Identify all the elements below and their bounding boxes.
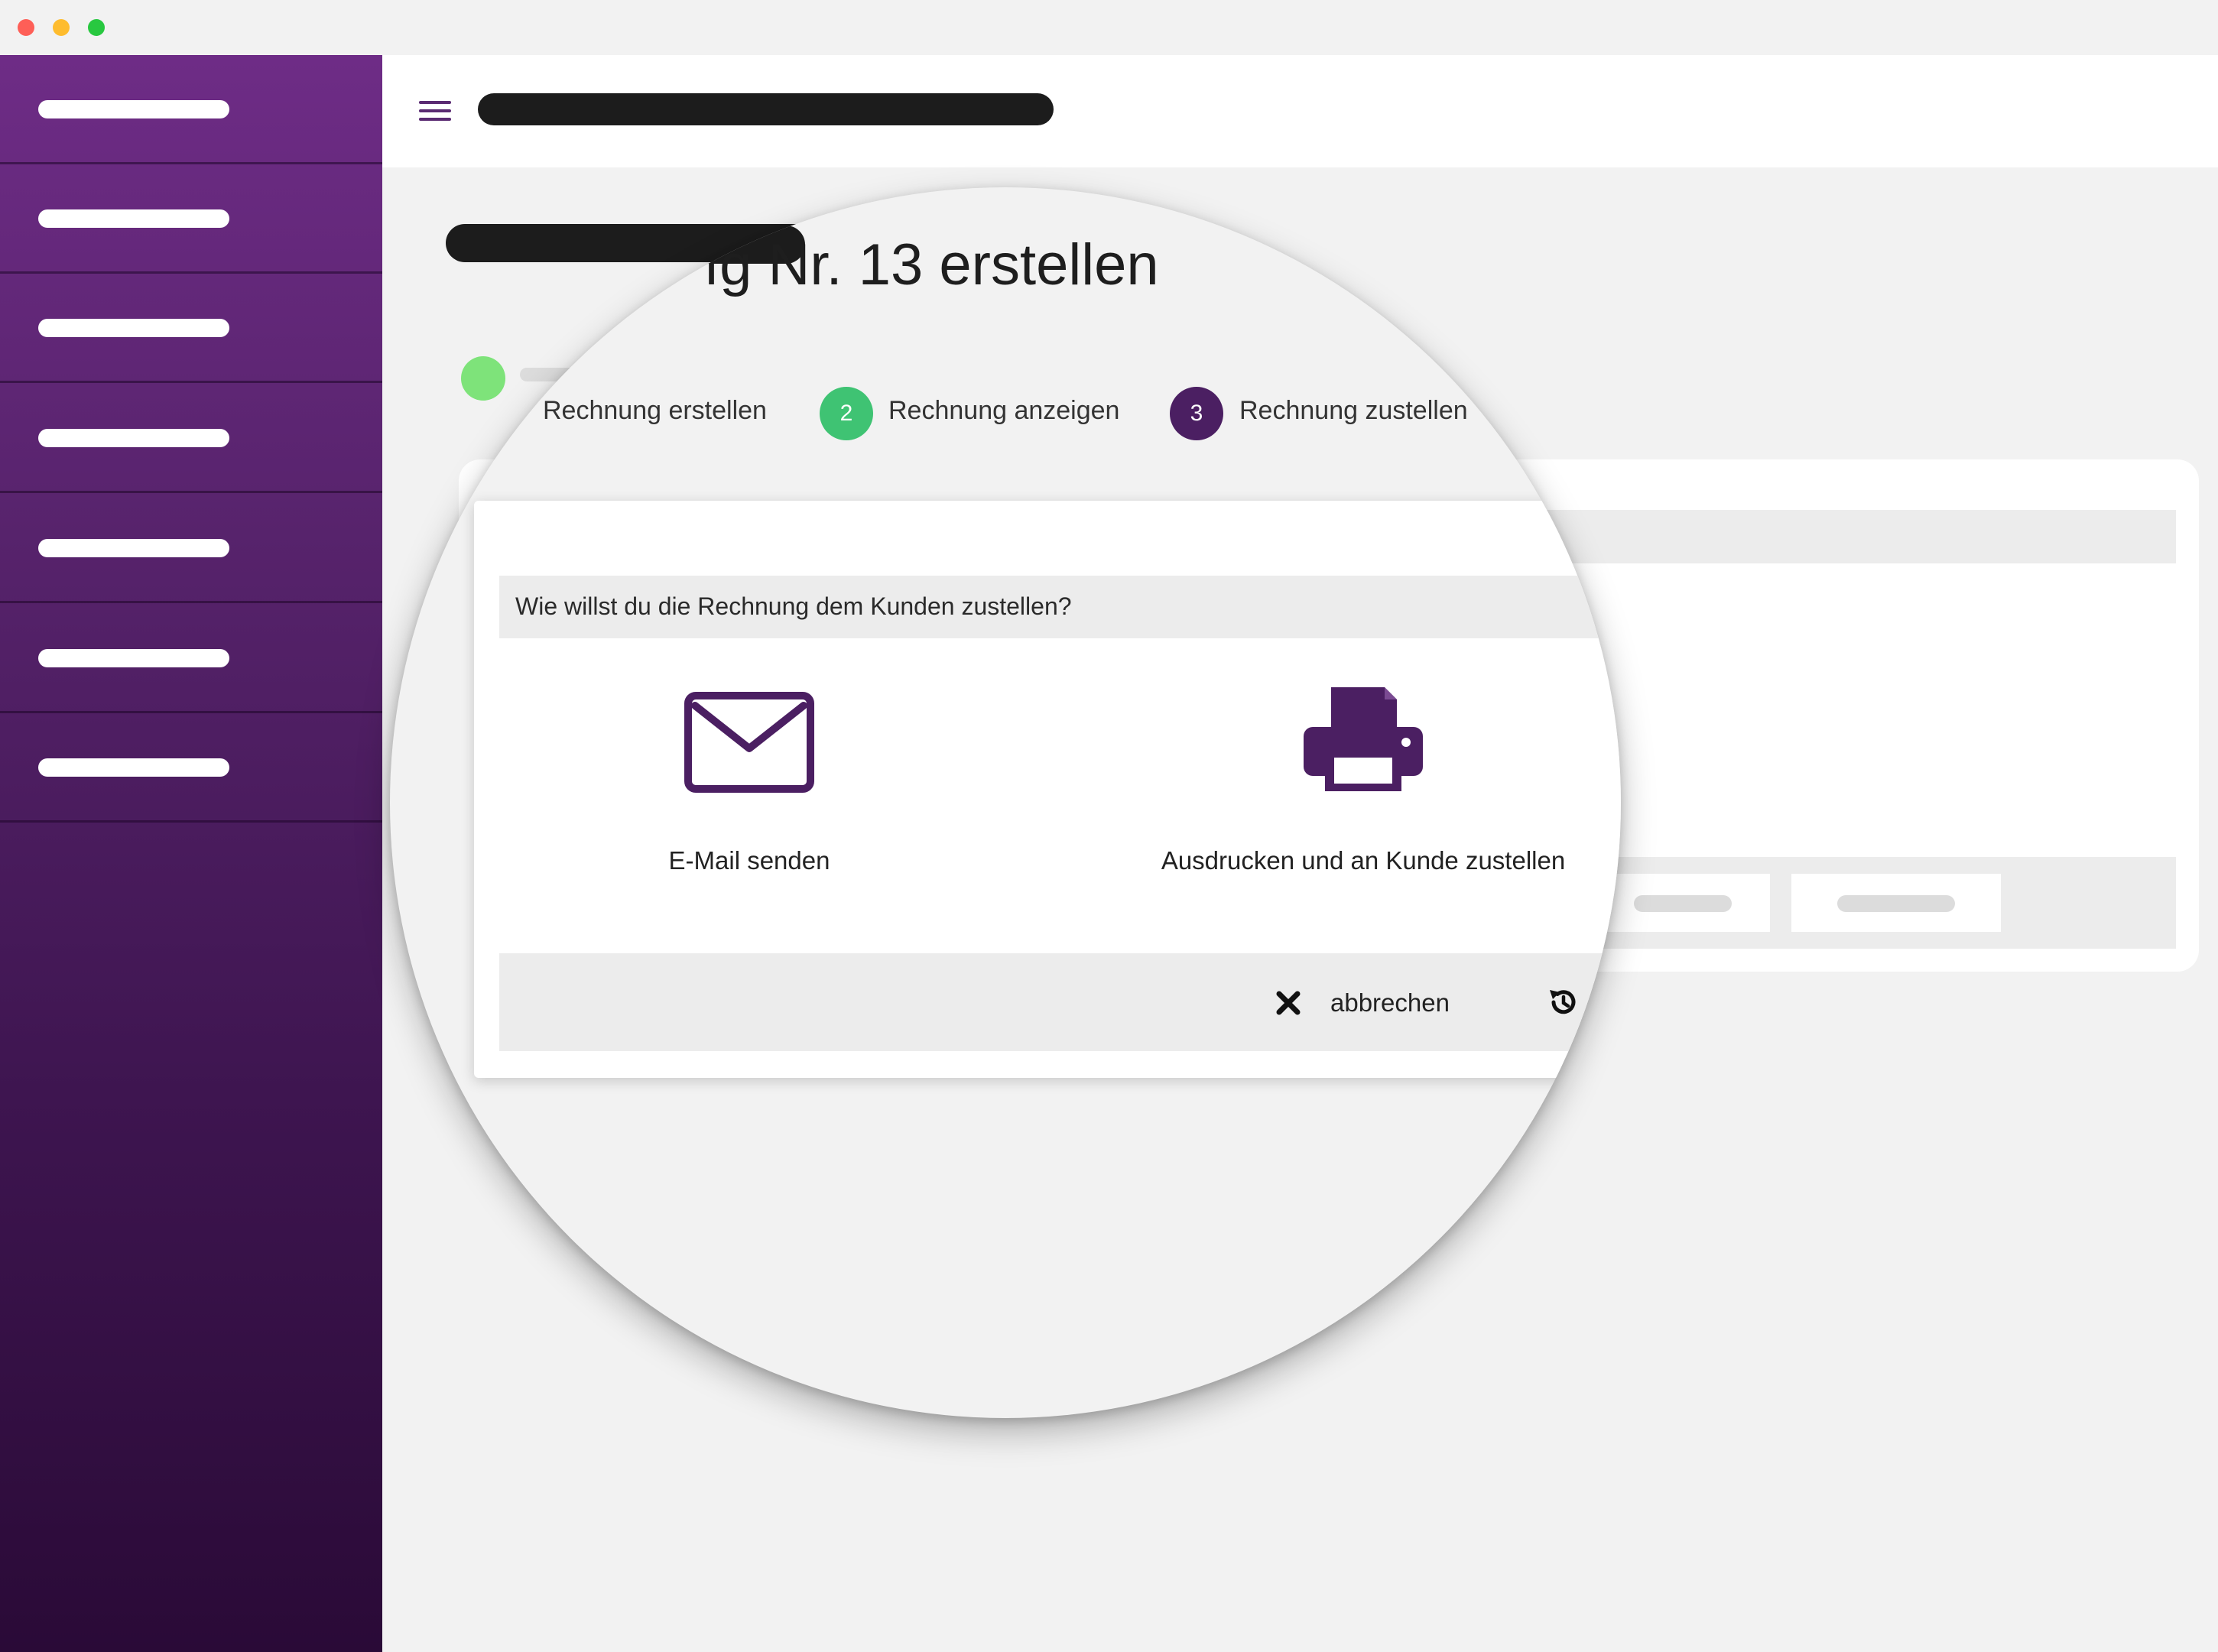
sidebar-item-5[interactable] [0,494,382,603]
magnifier-lens: ıg Nr. 13 erstellen Rechnung erstellen 2… [390,187,1621,1418]
cancel-button[interactable]: abbrechen [1275,984,1459,1022]
step-3-label: Rechnung zustellen [1239,396,1468,425]
email-option-label: E-Mail senden [668,846,830,875]
background-card-header-strip [1529,510,2176,563]
history-icon[interactable] [1547,985,1580,1019]
step-1-label: Rechnung erstellen [543,396,767,425]
cancel-label: abbrechen [1330,988,1450,1017]
close-icon [1276,991,1301,1015]
background-card-footer [1529,857,2176,949]
sidebar [0,55,382,1652]
step-2-number: 2 [820,387,873,440]
printer-icon [1304,687,1423,791]
sidebar-item-placeholder [38,649,229,667]
dialog-question: Wie willst du die Rechnung dem Kunden zu… [515,592,1072,620]
envelope-icon [684,692,814,793]
window-titlebar [0,0,2218,55]
sidebar-item-6[interactable] [0,604,382,713]
window-maximize-button[interactable] [88,19,105,36]
sidebar-item-2[interactable] [0,164,382,274]
sidebar-item-placeholder [38,100,229,118]
sidebar-item-placeholder [38,319,229,337]
print-option-button[interactable]: Ausdrucken und an Kunde zustellen [1134,687,1593,875]
window-minimize-button[interactable] [53,19,70,36]
dialog-footer: abbrechen [499,953,1621,1051]
sidebar-item-7[interactable] [0,713,382,823]
hamburger-icon[interactable] [419,101,451,121]
sidebar-item-4[interactable] [0,384,382,493]
header-title-placeholder [478,93,1054,125]
delivery-dialog: Wie willst du die Rechnung dem Kunden zu… [474,501,1621,1078]
stepper: Rechnung erstellen 2 Rechnung anzeigen 3… [390,382,1621,443]
step-2-label: Rechnung anzeigen [888,396,1120,425]
top-header [382,55,2218,167]
email-option-button[interactable]: E-Mail senden [520,692,979,875]
sidebar-item-placeholder [38,429,229,447]
background-button-1 [1597,874,1770,932]
step-1-indicator [405,388,459,442]
window-close-button[interactable] [18,19,34,36]
page-title: ıg Nr. 13 erstellen [703,232,1159,297]
print-option-label: Ausdrucken und an Kunde zustellen [1161,846,1566,875]
sidebar-item-placeholder [38,209,229,228]
sidebar-item-placeholder [38,539,229,557]
sidebar-item-placeholder [38,758,229,777]
sidebar-item-1[interactable] [0,55,382,164]
dialog-question-row: Wie willst du die Rechnung dem Kunden zu… [499,576,1621,638]
step-3-number: 3 [1170,387,1223,440]
sidebar-item-3[interactable] [0,274,382,383]
background-button-2 [1791,874,2001,932]
